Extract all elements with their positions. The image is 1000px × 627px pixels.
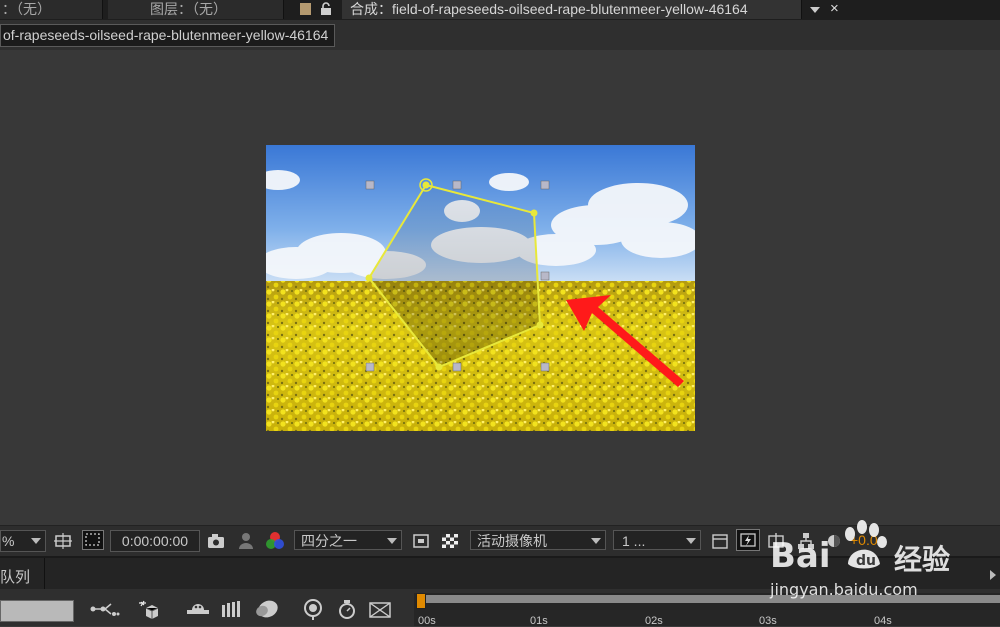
ruler-tick: 02s <box>645 615 663 627</box>
ruler-tick: 00s <box>418 615 436 627</box>
panel-menu-icon[interactable] <box>298 0 312 19</box>
composition-tab-name: field-of-rapeseeds-oilseed-rape-blutenme… <box>392 1 748 17</box>
lock-icon[interactable] <box>320 0 334 19</box>
camera-value: 活动摄像机 <box>477 533 547 549</box>
pixel-aspect-icon[interactable] <box>710 531 730 551</box>
composition-navigator: of-rapeseeds-oilseed-rape-blutenmeer-yel… <box>0 20 1000 50</box>
brainstorm-icon[interactable] <box>336 598 358 619</box>
snapshot-camera-icon[interactable] <box>206 531 226 551</box>
footage-tab-label: ：（无） <box>2 1 51 17</box>
breadcrumb[interactable]: of-rapeseeds-oilseed-rape-blutenmeer-yel… <box>0 24 336 47</box>
current-time-indicator[interactable] <box>416 593 426 609</box>
resolution-dropdown[interactable]: 四分之一 <box>294 530 402 550</box>
magnification-dropdown[interactable]: % <box>0 530 46 552</box>
safe-zones-icon[interactable] <box>54 531 74 551</box>
current-time: 0:00:00:00 <box>121 533 189 549</box>
close-tab-icon[interactable]: × <box>830 0 844 19</box>
watermark-url: jingyan.baidu.com <box>770 580 918 599</box>
mask-visibility-icon[interactable] <box>82 530 104 550</box>
panel-tab-bar: ：（无） 图层：（无） 合成：field-of-rapeseeds-oilsee… <box>0 0 1000 20</box>
baidu-jingyan-watermark: Bai du 经验 jingyan.baidu.com <box>762 518 952 606</box>
comp-dropdown-icon[interactable] <box>806 0 824 19</box>
fast-previews-icon[interactable] <box>736 529 760 551</box>
breadcrumb-label: of-rapeseeds-oilseed-rape-blutenmeer-yel… <box>3 27 329 43</box>
transparency-grid-icon[interactable] <box>440 531 460 551</box>
footage-viewer-tab[interactable]: ：（无） <box>0 0 103 19</box>
layer-tab-label: 图层：（无） <box>150 1 227 17</box>
motion-blur-icon[interactable] <box>254 599 280 619</box>
frame-blending-icon[interactable] <box>220 599 244 619</box>
region-of-interest-icon[interactable] <box>411 531 431 551</box>
graph-editor-icon[interactable] <box>300 599 326 620</box>
view-layout-value: 1 ... <box>622 533 646 549</box>
paw-logo-icon: du <box>840 520 890 577</box>
composition-tab-label: 合成 <box>350 1 378 17</box>
composition-viewer[interactable] <box>0 50 1000 525</box>
ruler-tick: 03s <box>759 615 777 627</box>
watermark-brand-cn: 经验 <box>894 544 951 575</box>
scroll-right-icon[interactable] <box>990 570 996 580</box>
svg-text:du: du <box>856 553 876 569</box>
color-channels-icon[interactable] <box>264 531 284 551</box>
show-snapshot-icon[interactable] <box>236 531 256 551</box>
resolution-value: 四分之一 <box>301 533 357 549</box>
ruler-tick: 04s <box>874 615 892 627</box>
render-queue-tab-label[interactable]: 队列 <box>0 566 30 587</box>
render-toggle-icon[interactable] <box>368 600 394 620</box>
panel-divider <box>44 558 45 589</box>
view-layout-dropdown[interactable]: 1 ... <box>613 530 701 550</box>
current-time-field[interactable]: 0:00:00:00 <box>110 530 200 552</box>
layer-search-input[interactable] <box>0 600 74 622</box>
camera-dropdown[interactable]: 活动摄像机 <box>470 530 606 550</box>
composition-viewer-tab[interactable]: 合成：field-of-rapeseeds-oilseed-rape-blute… <box>342 0 802 19</box>
draft-3d-icon[interactable] <box>138 599 162 619</box>
composition-frame[interactable] <box>266 145 695 431</box>
rapeseed-field-image <box>266 145 695 431</box>
layer-viewer-tab[interactable]: 图层：（无） <box>108 0 284 19</box>
hide-shy-layers-icon[interactable] <box>186 600 210 620</box>
watermark-brand: Bai <box>770 536 831 576</box>
composition-mini-flowchart-icon[interactable] <box>90 599 120 619</box>
magnification-value: % <box>2 533 15 549</box>
ruler-tick: 01s <box>530 615 548 627</box>
